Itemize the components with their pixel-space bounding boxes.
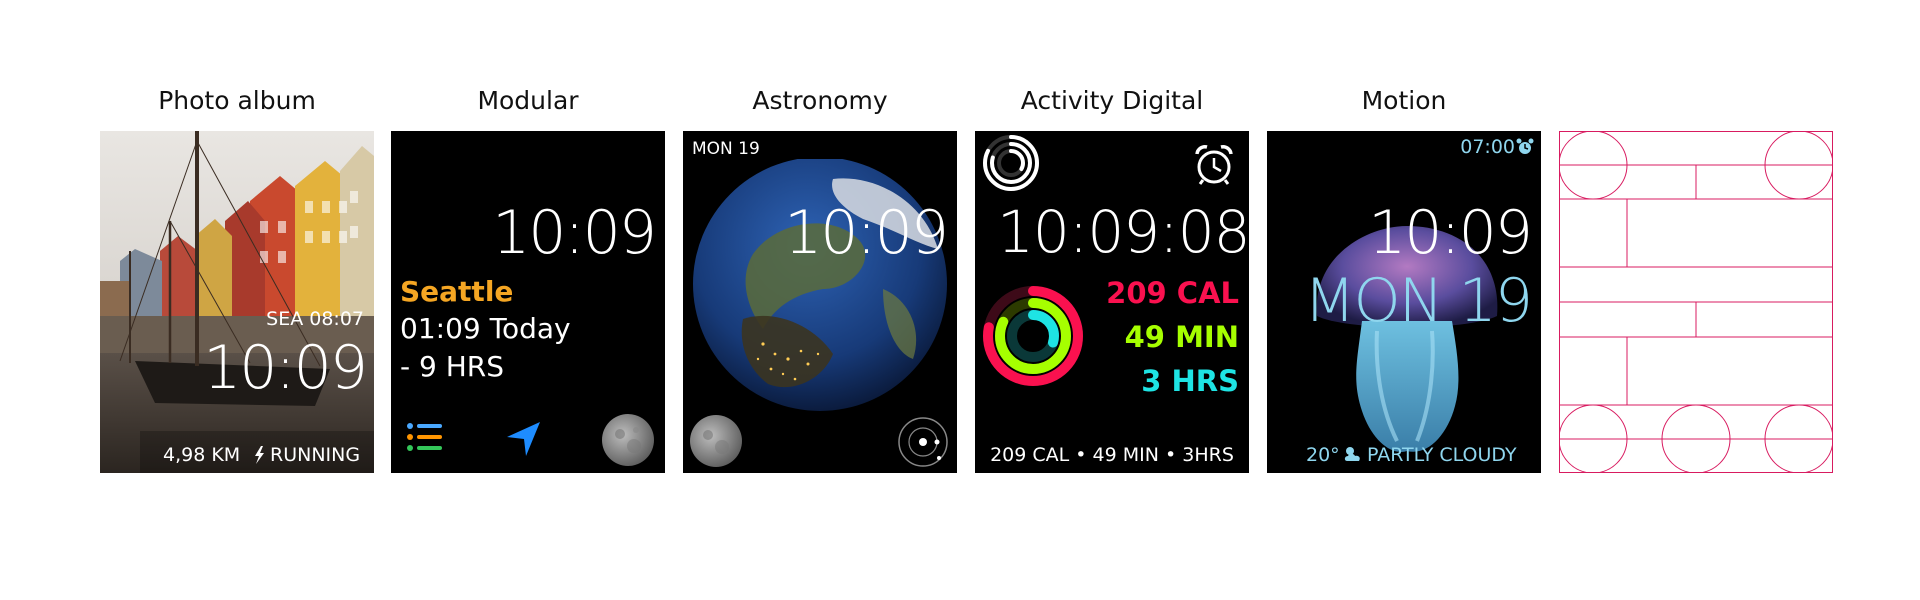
alarm-clock-icon[interactable] [1193,144,1235,186]
world-clock-offset: - 9 HRS [400,350,505,383]
activity-rings-icon[interactable] [982,134,1040,192]
alarm-clock-icon [1516,138,1534,154]
time-display: 10:09 [784,198,949,268]
activity-distance: 4,98 KM [163,444,241,466]
moon-icon[interactable] [688,413,744,469]
temperature-value: 20° [1306,444,1340,466]
activity-rings [983,286,1083,386]
world-clock-city: Seattle [400,275,514,308]
partly-cloudy-icon [1344,447,1360,461]
time-display: 10:09:08 [997,198,1249,266]
weather-condition: PARTLY CLOUDY [1367,444,1517,466]
activity-summary: 209 CAL • 49 MIN • 3HRS [990,444,1234,466]
time-display: 10:09 [492,198,657,268]
solar-system-icon[interactable] [896,415,950,469]
moon-icon[interactable] [600,412,656,468]
time-display: 10:09 [203,333,368,403]
running-icon [255,446,264,464]
layout-grid-template [1559,131,1833,473]
date-label: MON 19 [692,139,760,159]
list-icon[interactable] [406,421,444,455]
exercise-minutes-value: 49 MIN [1124,320,1239,354]
watch-face-modular[interactable]: 10:09 Seattle 01:09 Today - 9 HRS [391,131,665,473]
title-modular: Modular [477,86,579,115]
time-display: 10:09 [1368,198,1533,268]
watch-face-astronomy[interactable]: MON 19 10:09 [683,131,957,473]
world-clock-label: SEA 08:07 [266,308,364,330]
calories-value: 209 CAL [1106,276,1239,310]
activity-label: RUNNING [270,444,361,466]
title-motion: Motion [1361,86,1447,115]
title-photo-album: Photo album [158,86,316,115]
watch-face-motion[interactable]: 07:00 10:09 MON 19 20° PARTLY CLOUDY [1267,131,1541,473]
title-astronomy: Astronomy [752,86,888,115]
navigation-arrow-icon[interactable] [504,419,544,459]
watch-face-activity-digital[interactable]: 10:09:08 209 CAL 49 MIN 3 HRS 209 CAL • … [975,131,1249,473]
date-display: MON 19 [1303,266,1533,336]
alarm-time: 07:00 [1460,136,1515,158]
stand-hours-value: 3 HRS [1141,364,1239,398]
watch-face-photo-album[interactable]: SEA 08:07 10:09 4,98 KM RUNNING [100,131,374,473]
layout-grid-lines [1559,131,1833,473]
world-clock-time: 01:09 Today [400,312,571,345]
title-activity-digital: Activity Digital [1020,86,1204,115]
harbor-photo [100,131,374,473]
